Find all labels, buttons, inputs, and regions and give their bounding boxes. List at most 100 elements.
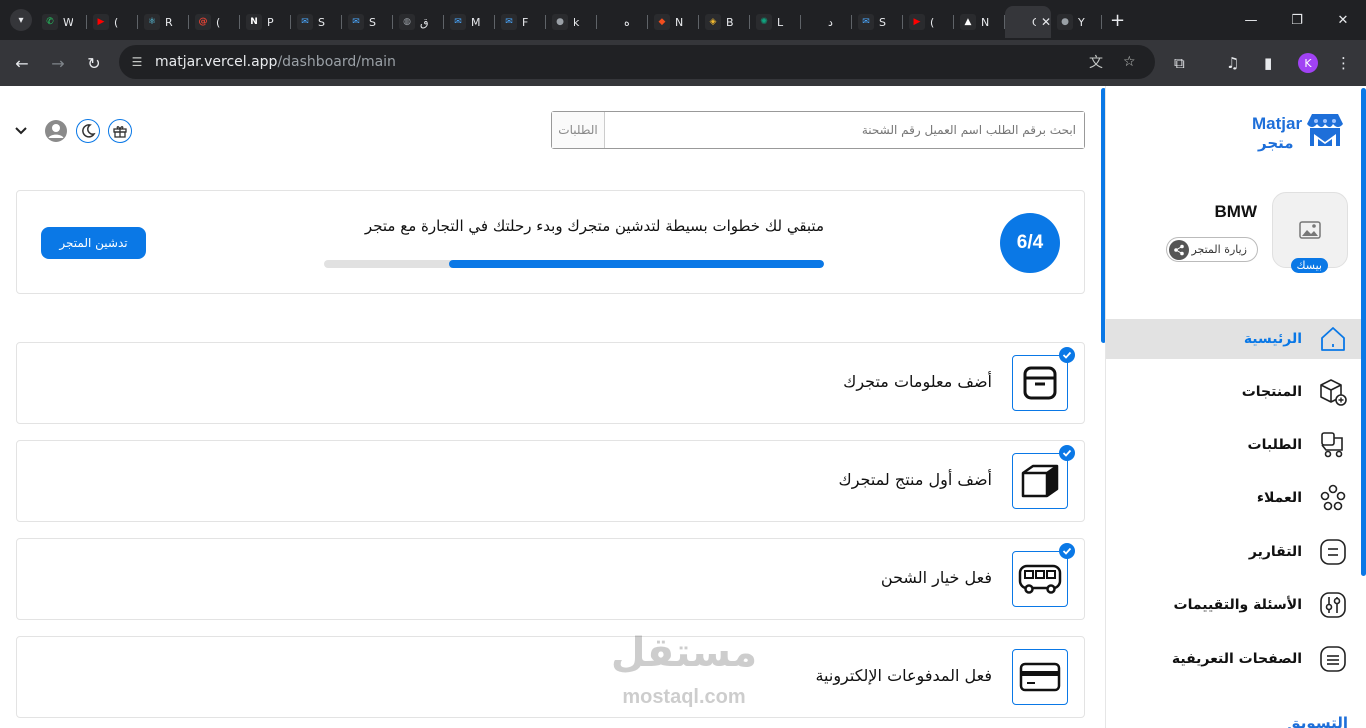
forward-icon[interactable]: → [40, 54, 76, 73]
browser-tab[interactable]: ه [597, 6, 648, 38]
notion-icon: N [246, 14, 262, 30]
logo-latin-text: Matjar [1252, 114, 1303, 133]
close-window-icon[interactable]: ✕ [1320, 13, 1366, 28]
sidebar: Matjar متجر بيسك BMW زيارة المتجر الرئيس… [1105, 86, 1366, 728]
tab-title: B [726, 15, 734, 29]
dark-mode-icon[interactable] [76, 119, 100, 143]
browser-menu-icon[interactable]: ⋮ [1336, 40, 1351, 86]
gift-icon[interactable] [108, 119, 132, 143]
tab-title: N [675, 15, 684, 29]
sidebar-item-reviews-sliders[interactable]: الأسئلة والتقييمات [1106, 585, 1366, 625]
store-image-placeholder[interactable] [1272, 192, 1348, 268]
tab-title: ( [930, 15, 935, 29]
restore-icon[interactable]: ❐ [1274, 13, 1320, 28]
sidebar-scrollbar[interactable] [1361, 88, 1366, 576]
sidebar-item-orders-cart[interactable]: الطلبات [1106, 425, 1366, 465]
products-box-icon [1318, 377, 1348, 407]
sidebar-item-pages[interactable]: الصفحات التعريفية [1106, 639, 1366, 679]
sidebar-item-label: العملاء [1256, 490, 1302, 506]
extensions-icon[interactable]: ⧉ [1174, 40, 1185, 86]
setup-step-card[interactable]: أضف أول منتج لمتجرك [16, 440, 1085, 522]
sidebar-item-reports[interactable]: التقارير [1106, 532, 1366, 572]
launch-store-button[interactable]: تدشين المتجر [41, 227, 146, 259]
binance-icon: ◈ [705, 14, 721, 30]
back-icon[interactable]: ← [4, 54, 40, 73]
browser-tab[interactable]: ● Y [1051, 6, 1102, 38]
tab-search-button[interactable]: ▾ [10, 9, 32, 31]
mostaql-watermark: مستقل mostaql.com [598, 630, 770, 720]
tab-title: M [471, 15, 481, 29]
translate-icon[interactable]: 文 [1089, 45, 1103, 79]
browser-tab[interactable]: ✉ F [495, 6, 546, 38]
sidebar-item-label: الرئيسية [1243, 331, 1302, 347]
browser-tab[interactable]: C ✕ [1005, 6, 1051, 38]
tab-close-icon[interactable]: ✕ [1041, 15, 1051, 29]
search-category-select[interactable]: الطلبات [552, 112, 605, 148]
reviews-sliders-icon [1318, 590, 1348, 620]
youtube-icon: ▶ [909, 14, 925, 30]
side-panel-icon[interactable]: ▮ [1264, 40, 1272, 86]
browser-tab[interactable]: ✉ S [342, 6, 393, 38]
site-info-icon[interactable]: ☰ [119, 55, 155, 69]
browser-tab[interactable]: ✺ L [750, 6, 801, 38]
step-label: أضف أول منتج لمتجرك [838, 470, 993, 489]
step-label: فعل المدفوعات الإلكترونية [815, 666, 992, 685]
search-input[interactable] [605, 112, 1084, 148]
browser-tab[interactable]: ● k [546, 6, 597, 38]
chevron-down-icon[interactable] [12, 127, 30, 135]
pages-icon [1318, 644, 1348, 674]
media-controls-icon[interactable]: ♫ [1226, 40, 1239, 86]
reports-icon [1318, 537, 1348, 567]
bookmark-star-icon[interactable]: ☆ [1123, 45, 1136, 79]
url-path: /dashboard/main [277, 54, 396, 70]
tab-title: S [369, 15, 376, 29]
reload-icon[interactable]: ↻ [76, 54, 112, 73]
setup-step-card[interactable]: فعل المدفوعات الإلكترونية [16, 636, 1085, 718]
setup-step-card[interactable]: فعل خيار الشحن [16, 538, 1085, 620]
sidebar-item-customers[interactable]: العملاء [1106, 478, 1366, 518]
browser-tab[interactable]: ◍ ق [393, 6, 444, 38]
browser-tab[interactable]: ⚛ R [138, 6, 189, 38]
browser-tab[interactable]: ▲ N [954, 6, 1005, 38]
window-controls: — ❐ ✕ [1228, 0, 1366, 40]
sidebar-item-label: المنتجات [1241, 384, 1302, 400]
mail-icon: ✉ [297, 14, 313, 30]
browser-tab[interactable]: ✉ S [291, 6, 342, 38]
browser-tab[interactable]: ▶( [903, 6, 954, 38]
matjar-logo[interactable]: Matjar متجر [1252, 110, 1346, 154]
browser-tab[interactable]: ◈ B [699, 6, 750, 38]
step-label: فعل خيار الشحن [880, 568, 992, 587]
setup-step-card[interactable]: أضف معلومات متجرك [16, 342, 1085, 424]
browser-tab[interactable]: ✆ W [36, 6, 87, 38]
blank-icon [1011, 14, 1027, 30]
github-icon: ● [1057, 14, 1073, 30]
browser-tab[interactable]: @( [189, 6, 240, 38]
watermark-latin: mostaql.com [622, 686, 746, 708]
browser-tab[interactable]: ✉ M [444, 6, 495, 38]
tab-title: L [777, 15, 784, 29]
sidebar-item-products-box[interactable]: المنتجات [1106, 372, 1366, 412]
tabs-list: ✆ W ▶(⚛ R @(N P ✉ S ✉ S ◍ ق ✉ M ✉ F ● k ه ◆ N ◈ B ✺ L د ✉ S ▶(▲ N C ✕ ● Y [36, 2, 1102, 38]
visit-store-button[interactable]: زيارة المتجر [1166, 237, 1258, 262]
minimize-icon[interactable]: — [1228, 13, 1274, 28]
user-avatar-icon[interactable] [44, 119, 68, 143]
step-done-check-icon [1059, 445, 1075, 461]
new-tab-button[interactable]: + [1110, 10, 1125, 31]
sidebar-item-home[interactable]: الرئيسية [1106, 319, 1366, 359]
tab-title: N [981, 15, 990, 29]
plan-badge: بيسك [1290, 258, 1328, 273]
address-bar[interactable]: ☰ matjar.vercel.app/dashboard/main 文 ☆ [119, 45, 1155, 79]
profile-avatar[interactable]: K [1298, 53, 1318, 73]
browser-tab[interactable]: NP [240, 6, 291, 38]
tab-title: R [165, 15, 173, 29]
browser-tab[interactable]: ✉ S [852, 6, 903, 38]
tab-title: P [267, 15, 274, 29]
browser-tab[interactable]: ▶( [87, 6, 138, 38]
browser-tab[interactable]: ◆ N [648, 6, 699, 38]
credit-card-icon [1012, 649, 1068, 705]
browser-tab[interactable]: د [801, 6, 852, 38]
orders-search-bar: الطلبات [551, 111, 1085, 149]
package-icon [1012, 453, 1068, 509]
blank-icon [603, 14, 619, 30]
nav-section-marketing[interactable]: التسويق [1287, 714, 1348, 728]
